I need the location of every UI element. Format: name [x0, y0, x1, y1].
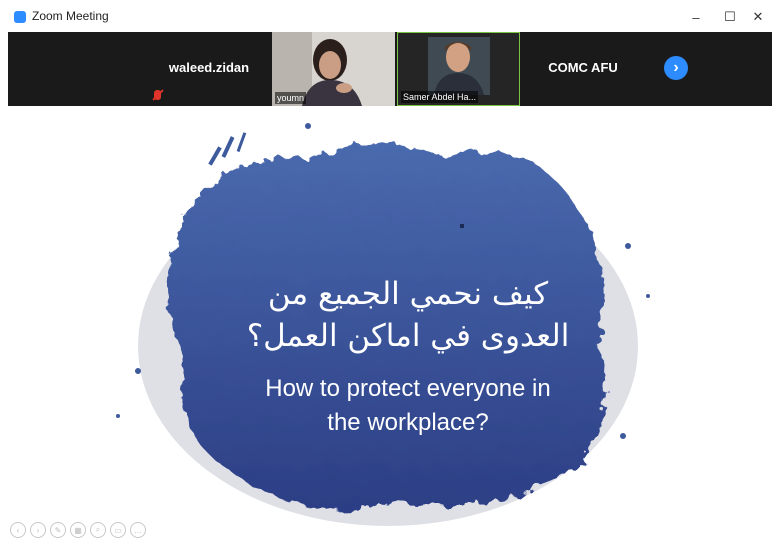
- pen-icon[interactable]: ✎: [50, 522, 66, 538]
- close-button[interactable]: ✕: [748, 7, 768, 27]
- participant-tile-samer[interactable]: Samer Abdel Ha...: [397, 32, 520, 106]
- slide-title-arabic-line1: كيف نحمي الجميع من: [267, 276, 549, 312]
- slide-title-english-line2: the workplace?: [327, 409, 489, 436]
- more-icon[interactable]: …: [130, 522, 146, 538]
- participant-name: waleed.zidan: [168, 60, 250, 75]
- participant-tile-waleed[interactable]: waleed.zidan: [148, 32, 270, 106]
- window-title: Zoom Meeting: [32, 9, 109, 23]
- shared-slide: كيف نحمي الجميع من العدوى في اماكن العمل…: [8, 106, 772, 542]
- next-icon[interactable]: ›: [30, 522, 46, 538]
- participant-name: COMC AFU: [548, 60, 618, 75]
- chevron-right-icon[interactable]: ›: [664, 56, 688, 80]
- previous-icon[interactable]: ‹: [10, 522, 26, 538]
- screen-icon[interactable]: ▭: [110, 522, 126, 538]
- participant-tile-youmn[interactable]: youmn: [272, 32, 395, 106]
- zoom-app-icon: [14, 11, 26, 23]
- minimize-button[interactable]: –: [686, 7, 706, 27]
- participant-strip: waleed.zidan youmn Samer Abdel Ha... COM…: [8, 32, 772, 106]
- slide-title-arabic-line2: العدوى في اماكن العمل؟: [246, 318, 570, 354]
- presentation-toolbar: ‹ › ✎ ▦ ⌕ ▭ …: [10, 522, 146, 538]
- maximize-button[interactable]: ☐: [720, 7, 740, 27]
- window-titlebar: Zoom Meeting – ☐ ✕: [0, 0, 772, 32]
- slide-title-english-line1: How to protect everyone in: [265, 375, 551, 402]
- participant-name: youmn: [275, 92, 307, 104]
- slide-title-english: How to protect everyone in the workplace…: [208, 372, 608, 440]
- participant-tile-comc[interactable]: COMC AFU: [522, 32, 644, 106]
- participant-name: Samer Abdel Ha...: [401, 91, 479, 103]
- zoom-icon[interactable]: ⌕: [90, 522, 106, 538]
- slides-icon[interactable]: ▦: [70, 522, 86, 538]
- mic-muted-icon: [154, 90, 161, 100]
